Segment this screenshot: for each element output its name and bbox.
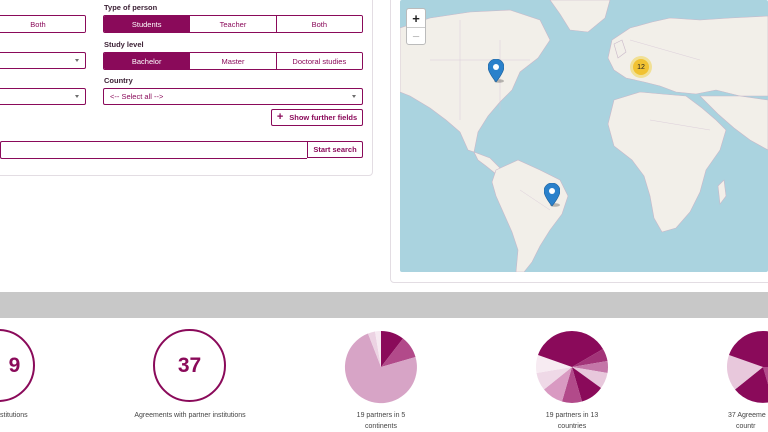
pie-agreements-countries (726, 330, 768, 403)
type-of-person-toggle: Students Teacher Both (103, 15, 363, 33)
stat-label-continents: 19 partners in 5 continents (331, 410, 431, 432)
country-label: Country (104, 76, 133, 85)
stat-circle-agreements: 37 (153, 329, 226, 402)
pie-continents (344, 331, 417, 404)
study-option-master[interactable]: Master (189, 53, 276, 69)
study-option-bachelor[interactable]: Bachelor (104, 53, 190, 69)
world-map-graphic (400, 0, 768, 272)
stat-label-countries-line1: 19 partners in 13 (545, 412, 599, 419)
stat-label-continents-line2: continents (365, 423, 397, 430)
pie-slice (763, 331, 768, 367)
zoom-control: + − (406, 8, 426, 45)
start-search-button[interactable]: Start search (307, 141, 363, 158)
toggle-option-both-left[interactable]: Both (0, 16, 85, 32)
start-search-label: Start search (313, 145, 357, 154)
study-level-toggle: Bachelor Master Doctoral studies (103, 52, 363, 70)
type-option-both[interactable]: Both (275, 16, 362, 32)
chevron-down-icon (75, 95, 79, 98)
chevron-down-icon (352, 95, 356, 98)
search-input[interactable] (0, 141, 307, 159)
show-further-fields-button[interactable]: + Show further fields (271, 109, 363, 126)
location-pin-icon (543, 182, 561, 207)
study-option-doctoral[interactable]: Doctoral studies (275, 53, 362, 69)
stat-label-institutions: stitutions (0, 412, 28, 419)
country-select-value: <-- Select all --> (110, 92, 164, 101)
study-level-label: Study level (104, 40, 144, 49)
stat-value-agreements: 37 (177, 353, 202, 377)
chevron-down-icon (75, 59, 79, 62)
stat-value-institutions: 9 (8, 353, 21, 377)
stat-label-agreements-countries-line2: countr (736, 423, 756, 430)
stat-label-agreements-countries-line1: 37 Agreeme (728, 412, 766, 419)
left-select-2[interactable] (0, 88, 86, 105)
zoom-out-button[interactable]: − (407, 27, 425, 45)
type-of-person-label: Type of person (104, 3, 158, 12)
left-select-1[interactable] (0, 52, 86, 69)
country-select[interactable]: <-- Select all --> (103, 88, 363, 105)
cluster-count: 12 (633, 59, 649, 75)
pie-countries (535, 330, 609, 403)
show-further-fields-label: Show further fields (289, 113, 358, 122)
location-pin-icon (487, 58, 505, 83)
map-marker-north-america[interactable] (487, 58, 505, 88)
section-divider-band (0, 292, 768, 318)
map-marker-south-america[interactable] (543, 182, 561, 212)
map-cluster-europe[interactable]: 12 (630, 56, 652, 78)
zoom-in-button[interactable]: + (407, 9, 425, 27)
stat-label-countries: 19 partners in 13 countries (522, 410, 622, 432)
stat-label-agreements-countries: 37 Agreeme countr (728, 410, 768, 432)
partial-toggle-group: Both (0, 15, 86, 33)
stat-label-countries-line2: countries (557, 423, 587, 430)
partners-map[interactable] (400, 0, 768, 272)
type-option-students[interactable]: Students (104, 16, 190, 32)
stat-circle-institutions: 9 (0, 329, 35, 402)
type-option-teacher[interactable]: Teacher (189, 16, 276, 32)
stat-label-agreements: Agreements with partner institutions (134, 412, 246, 419)
plus-icon: + (276, 111, 284, 123)
stat-label-continents-line1: 19 partners in 5 (356, 412, 406, 419)
